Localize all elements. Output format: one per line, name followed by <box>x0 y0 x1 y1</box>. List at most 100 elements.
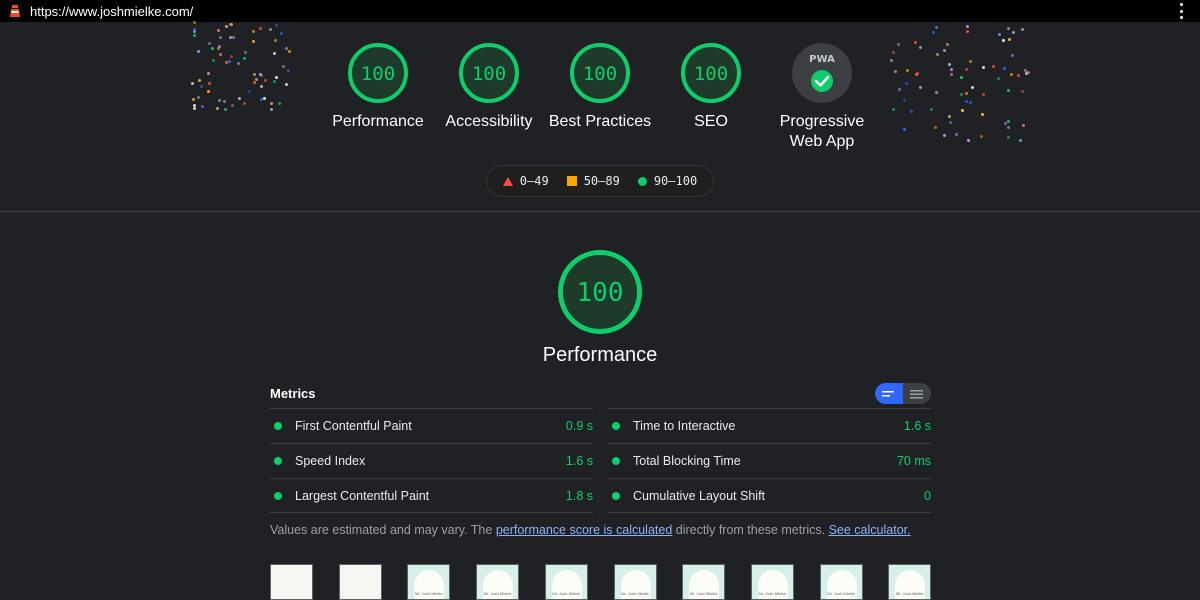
confetti-dot <box>232 36 235 39</box>
metric-name: Time to Interactive <box>633 419 736 433</box>
section-divider <box>0 211 1200 212</box>
legend-average: 50–89 <box>583 174 620 188</box>
filmstrip-frame: Mr. Josh Mielke <box>750 564 794 600</box>
confetti-dot <box>229 23 232 26</box>
metric-row: Speed Index 1.6 s <box>270 443 593 478</box>
gauge-score: 100 <box>694 63 728 85</box>
metric-row: Total Blocking Time 70 ms <box>608 443 931 478</box>
filmstrip-frame: Mr. Josh Mielke <box>682 564 726 600</box>
see-calculator-link[interactable]: See calculator. <box>829 523 911 537</box>
more-options-icon[interactable] <box>1180 3 1184 19</box>
lighthouse-icon <box>10 5 20 17</box>
metrics-column-right: Time to Interactive 1.6 s Total Blocking … <box>608 408 931 513</box>
confetti-dot <box>932 31 935 34</box>
score-scale-legend: 0–49 50–89 90–100 <box>486 165 714 197</box>
short-lines-icon <box>882 390 894 396</box>
metric-row: Largest Contentful Paint 1.8 s <box>270 478 593 513</box>
confetti-dot <box>269 28 272 31</box>
metrics-view-toggle[interactable] <box>875 383 931 404</box>
pass-circle-icon <box>274 491 282 500</box>
metric-name: Total Blocking Time <box>633 454 741 468</box>
frame-caption: Mr. Josh Mielke <box>483 591 512 596</box>
pass-circle-icon <box>612 491 620 500</box>
frame-caption: Mr. Josh Mielke <box>827 591 855 596</box>
metric-value: 70 ms <box>896 454 931 468</box>
confetti-dot <box>1021 28 1024 31</box>
metric-value: 0.9 s <box>565 419 593 433</box>
filmstrip-frame: Mr. Josh Mielke <box>613 564 657 600</box>
legend-fail: 0–49 <box>519 174 549 188</box>
category-gauges: 100 Performance 100 Accessibility 100 Be… <box>0 42 1200 152</box>
confetti-dot <box>219 36 222 39</box>
score-gauge-icon: 100 <box>681 43 741 103</box>
metric-value: 0 <box>924 488 931 503</box>
filmstrip-frame: Mr. Josh Mielke <box>544 564 588 600</box>
performance-score-gauge-icon: 100 <box>558 250 642 334</box>
fail-triangle-icon <box>502 176 513 186</box>
pass-circle-icon <box>612 422 620 430</box>
frame-caption: Mr. Josh Mielke <box>552 591 581 596</box>
metric-value: 1.6 s <box>903 419 931 433</box>
gauge-label: Progressive Web App <box>779 113 865 150</box>
pass-circle-icon <box>274 422 282 430</box>
filmstrip-frame: Mr. Josh Mielke <box>407 564 451 600</box>
score-gauge-icon: 100 <box>348 43 408 103</box>
score-gauge-icon: 100 <box>459 43 519 103</box>
filmstrip-frame <box>338 564 382 600</box>
long-lines-icon <box>910 389 923 398</box>
metric-row: Cumulative Layout Shift 0 <box>608 478 931 513</box>
browser-address-bar: https://www.joshmielke.com/ <box>0 0 1200 22</box>
frame-caption: Mr. Josh Mielke <box>621 591 649 596</box>
confetti-dot <box>275 24 278 27</box>
metrics-heading: Metrics <box>270 386 316 401</box>
confetti-dot <box>217 29 220 32</box>
pass-circle-icon <box>612 457 620 465</box>
frame-caption: Mr. Josh Mielke <box>414 591 443 596</box>
confetti-dot <box>252 30 255 33</box>
confetti-dot <box>1008 38 1011 41</box>
confetti-dot <box>998 33 1001 36</box>
pwa-badge-icon: PWA <box>792 43 852 103</box>
filmstrip-frame: Mr. Josh Mielke <box>476 564 520 600</box>
section-title: Performance <box>542 344 658 366</box>
pass-circle-icon <box>274 457 282 465</box>
filmstrip-frame: Mr. Josh Mielke <box>888 564 932 600</box>
confetti-dot <box>280 32 283 35</box>
legend-pass: 90–100 <box>653 174 698 188</box>
frame-caption: Mr. Josh Mielke <box>895 591 924 596</box>
confetti-dot <box>193 21 196 24</box>
pwa-badge-text: PWA <box>809 54 835 65</box>
compact-view-button[interactable] <box>875 383 903 404</box>
confetti-dot <box>259 27 262 30</box>
confetti-dot <box>193 28 196 31</box>
filmstrip-frame: Mr. Josh Mielke <box>819 564 863 600</box>
gauge-pwa[interactable]: PWA Progressive Web App <box>757 42 887 152</box>
metric-name: Cumulative Layout Shift <box>633 488 766 503</box>
frame-caption: Mr. Josh Mielke <box>689 591 718 596</box>
metric-name: First Contentful Paint <box>295 419 412 433</box>
confetti-dot <box>935 26 938 29</box>
score-gauge-icon: 100 <box>570 43 630 103</box>
metric-value: 1.6 s <box>565 454 593 468</box>
estimate-note: Values are estimated and may vary. The p… <box>270 523 911 537</box>
metric-name: Largest Contentful Paint <box>295 488 430 503</box>
expanded-view-button[interactable] <box>903 383 931 404</box>
metric-value: 1.8 s <box>565 488 593 503</box>
confetti-dot <box>193 34 196 37</box>
gauge-score: 100 <box>472 63 506 85</box>
note-middle: directly from these metrics. <box>672 523 829 537</box>
url-text[interactable]: https://www.joshmielke.com/ <box>30 4 193 19</box>
confetti-dot <box>966 25 969 28</box>
filmstrip: Mr. Josh Mielke Mr. Josh Mielke Mr. Josh M… <box>270 564 932 600</box>
metrics-column-left: First Contentful Paint 0.9 s Speed Index 1… <box>270 408 593 513</box>
filmstrip-frame <box>270 564 313 600</box>
metric-row: First Contentful Paint 0.9 s <box>270 408 593 443</box>
frame-caption: Mr. Josh Mielke <box>758 591 787 596</box>
note-prefix: Values are estimated and may vary. The <box>270 523 496 537</box>
metric-row: Time to Interactive 1.6 s <box>608 408 931 443</box>
confetti-dot <box>966 30 969 33</box>
confetti-dot <box>225 25 228 28</box>
confetti-dot <box>1012 31 1015 34</box>
score-calculated-link[interactable]: performance score is calculated <box>496 523 672 537</box>
metric-name: Speed Index <box>295 454 366 468</box>
